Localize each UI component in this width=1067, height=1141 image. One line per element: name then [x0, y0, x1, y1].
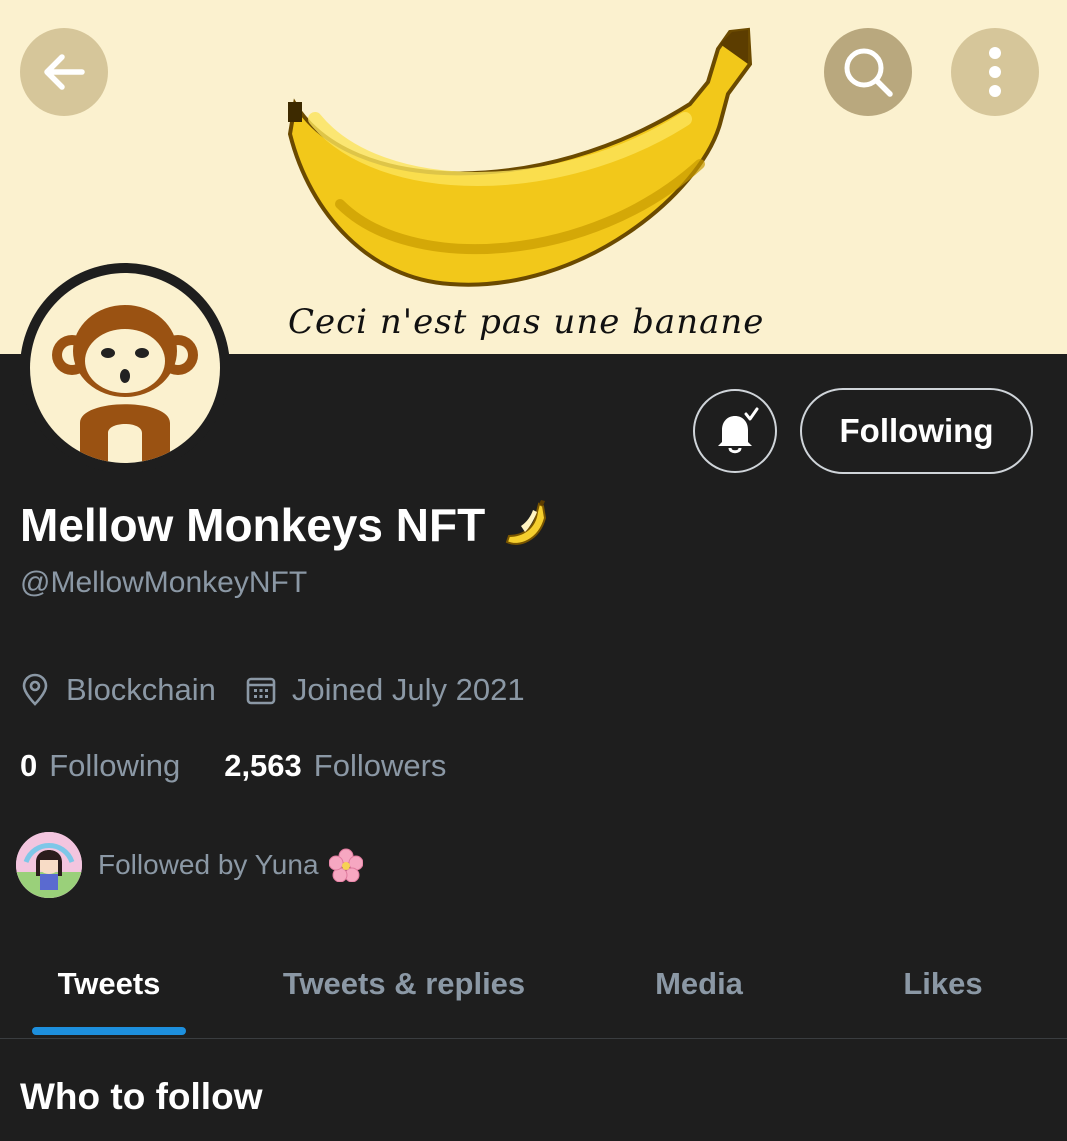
following-count: 0: [20, 748, 38, 783]
following-stat[interactable]: 0 Following: [20, 748, 180, 784]
search-button[interactable]: [824, 28, 912, 116]
joined-text: Joined July 2021: [291, 672, 525, 707]
following-button[interactable]: Following: [800, 388, 1033, 474]
profile-handle: @MellowMonkeyNFT: [20, 566, 308, 599]
who-to-follow-heading: Who to follow: [20, 1076, 263, 1117]
cherry-blossom-emoji-icon: [328, 848, 363, 882]
followed-by-text: Followed by Yuna: [98, 849, 319, 880]
profile-display-name: Mellow Monkeys NFT: [20, 498, 553, 552]
location-pin-icon: [22, 673, 48, 706]
banana-illustration: [287, 27, 753, 287]
location-item: Blockchain: [20, 672, 216, 708]
profile-meta: Blockchain Joined July 2021: [20, 672, 525, 708]
follower-avatar: [14, 830, 84, 900]
followed-by-row[interactable]: Followed by Yuna: [14, 830, 363, 900]
bell-check-icon: [718, 407, 759, 454]
back-button[interactable]: [20, 28, 108, 116]
followers-count: 2,563: [224, 748, 302, 783]
arrow-left-icon: [44, 54, 85, 90]
location-text: Blockchain: [66, 672, 216, 707]
joined-item: Joined July 2021: [246, 672, 525, 708]
following-label: Following: [49, 748, 181, 783]
calendar-icon: [246, 677, 276, 705]
followers-stat[interactable]: 2,563 Followers: [224, 748, 446, 784]
follower-avatar-image: [16, 832, 82, 898]
more-options-button[interactable]: [951, 28, 1039, 116]
monkey-avatar-image: [52, 305, 198, 463]
active-tab-indicator: [32, 1027, 186, 1035]
followers-label: Followers: [313, 748, 447, 783]
more-vertical-icon: [989, 47, 1001, 97]
tab-likes[interactable]: Likes: [808, 930, 1067, 1038]
banner-caption: Ceci n'est pas une banane: [288, 302, 765, 342]
search-icon: [844, 48, 893, 97]
notifications-button[interactable]: [693, 389, 777, 473]
tab-tweets-replies[interactable]: Tweets & replies: [218, 930, 590, 1038]
banana-emoji-icon: [505, 500, 547, 545]
tab-tweets[interactable]: Tweets: [0, 930, 218, 1038]
profile-tabs: Tweets Tweets & replies Media Likes: [0, 930, 1067, 1039]
profile-stats: 0 Following 2,563 Followers: [20, 748, 446, 784]
display-name-text: Mellow Monkeys NFT: [20, 499, 486, 551]
profile-avatar[interactable]: [20, 263, 230, 473]
tab-media[interactable]: Media: [590, 930, 808, 1038]
